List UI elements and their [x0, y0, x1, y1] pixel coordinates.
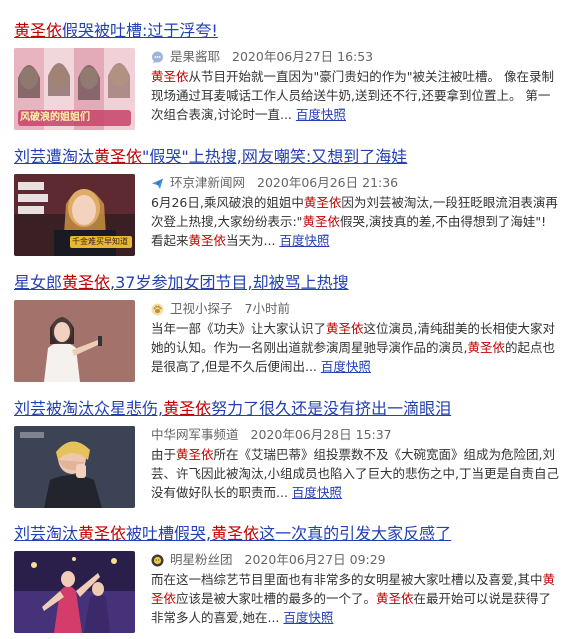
result-item: 刘芸被淘汰众星悲伤,黄圣依努力了很久还是没有挤出一滴眼泪 中华网军事频道 202… — [14, 398, 574, 514]
keyword-highlight[interactable]: 黄圣依 — [14, 21, 62, 40]
result-abstract: 6月26日,乘风破浪的姐姐中黄圣依因为刘芸被淘汰,一段狂眨眼流泪表演再次登上热搜… — [151, 193, 562, 250]
result-text: 环京津新闻网 2020年06月26日 21:36 6月26日,乘风破浪的姐姐中黄… — [151, 174, 562, 250]
search-results: 黄圣依假哭被吐槽:过于浮夸! 风破浪的姐姐们 是果酱耶 2020年06月27日 … — [0, 0, 582, 639]
result-thumbnail[interactable] — [14, 426, 135, 508]
keyword-highlight: 黄圣依 — [376, 591, 414, 606]
result-title-link[interactable]: 星女郎黄圣依,37岁参加女团节目,却被骂上热搜 — [14, 272, 574, 294]
star-face-icon — [151, 554, 164, 567]
result-source[interactable]: 环京津新闻网 — [170, 174, 245, 192]
thumbnail-caption: 千金难买早知道 — [72, 237, 128, 246]
result-thumbnail[interactable] — [14, 300, 135, 382]
keyword-highlight: 黄圣依 — [151, 69, 189, 84]
result-meta: 中华网军事频道 2020年06月28日 15:37 — [151, 426, 562, 444]
keyword-highlight: 黄圣依 — [188, 233, 227, 248]
result-text: 是果酱耶 2020年06月27日 16:53 黄圣依从节目开始就一直因为"豪门贵… — [151, 48, 562, 124]
result-source[interactable]: 明星粉丝团 — [170, 551, 233, 569]
result-body: 中华网军事频道 2020年06月28日 15:37 由于黄圣依所在《艾瑞巴蒂》组… — [14, 426, 574, 514]
result-date: 7小时前 — [244, 301, 290, 316]
result-thumbnail[interactable]: 千金难买早知道 — [14, 174, 135, 256]
result-item: 刘芸遭淘汰黄圣依"假哭"上热搜,网友嘲笑:又想到了海娃 千金难买早知道 环京津新… — [14, 146, 574, 262]
result-date: 2020年06月27日 16:53 — [232, 49, 374, 64]
result-source[interactable]: 中华网军事频道 — [151, 426, 239, 444]
result-meta: 卫视小探子 7小时前 — [151, 300, 562, 318]
result-date: 2020年06月26日 21:36 — [257, 175, 399, 190]
title-text[interactable]: 刘芸淘汰 — [14, 524, 78, 543]
result-abstract: 当年一部《功夫》让大家认识了黄圣依这位演员,清纯甜美的长相使大家对她的认知。作为… — [151, 319, 562, 376]
paw-icon — [151, 303, 164, 316]
abstract-text: 应该是被大家吐槽的最多的一个了。 — [176, 591, 377, 606]
result-body: 明星粉丝团 2020年06月27日 09:29 而在这一档综艺节目里面也有非常多… — [14, 551, 574, 639]
keyword-highlight[interactable]: 黄圣依 — [94, 147, 142, 166]
keyword-highlight: 黄圣依 — [302, 214, 340, 229]
result-title-link[interactable]: 刘芸被淘汰众星悲伤,黄圣依努力了很久还是没有挤出一滴眼泪 — [14, 398, 574, 420]
result-meta: 是果酱耶 2020年06月27日 16:53 — [151, 48, 562, 66]
title-text[interactable]: 假哭被吐槽:过于浮夸! — [62, 21, 218, 40]
title-text[interactable]: "假哭"上热搜,网友嘲笑:又想到了海娃 — [142, 147, 407, 166]
result-abstract: 由于黄圣依所在《艾瑞巴蒂》组投票数不及《大碗宽面》组成为危险团,刘芸、许飞因此被… — [151, 445, 562, 502]
result-thumbnail[interactable]: 风破浪的姐姐们 — [14, 48, 135, 130]
title-text[interactable]: 这一次真的引发大家反感了 — [259, 524, 451, 543]
result-source[interactable]: 是果酱耶 — [170, 48, 220, 66]
result-date: 2020年06月28日 15:37 — [250, 427, 392, 442]
keyword-highlight[interactable]: 黄圣依 — [211, 524, 259, 543]
result-text: 明星粉丝团 2020年06月27日 09:29 而在这一档综艺节目里面也有非常多… — [151, 551, 562, 627]
abstract-text: 由于 — [151, 447, 177, 462]
keyword-highlight[interactable]: 黄圣依 — [163, 399, 211, 418]
abstract-text: 而在这一档综艺节目里面也有非常多的女明星被大家吐槽以及喜爱,其中 — [151, 572, 543, 587]
thumbnail-caption: 风破浪的姐姐们 — [20, 112, 90, 123]
result-body: 千金难买早知道 环京津新闻网 2020年06月26日 21:36 6月26日,乘… — [14, 174, 574, 262]
title-text[interactable]: 刘芸遭淘汰 — [14, 147, 94, 166]
title-text[interactable]: 努力了很久还是没有挤出一滴眼泪 — [211, 399, 451, 418]
abstract-text: 6月26日,乘风破浪的姐姐中 — [151, 195, 304, 210]
keyword-highlight: 黄圣依 — [326, 321, 364, 336]
result-meta: 明星粉丝团 2020年06月27日 09:29 — [151, 551, 562, 569]
result-date: 2020年06月27日 09:29 — [244, 552, 386, 567]
snapshot-link[interactable]: 百度快照 — [279, 233, 329, 248]
abstract-text: 当年一部《功夫》让大家认识了 — [151, 321, 327, 336]
chat-bubble-icon — [151, 51, 164, 64]
snapshot-link[interactable]: 百度快照 — [283, 610, 333, 625]
result-title-link[interactable]: 黄圣依假哭被吐槽:过于浮夸! — [14, 20, 574, 42]
keyword-highlight: 黄圣依 — [303, 195, 342, 210]
keyword-highlight[interactable]: 黄圣依 — [62, 273, 110, 292]
result-thumbnail[interactable] — [14, 551, 135, 633]
snapshot-link[interactable]: 百度快照 — [292, 485, 342, 500]
paper-plane-icon — [151, 177, 164, 190]
result-item: 刘芸淘汰黄圣依被吐槽假哭,黄圣依这一次真的引发大家反感了 明星粉丝团 2020年… — [14, 523, 574, 639]
result-body: 卫视小探子 7小时前 当年一部《功夫》让大家认识了黄圣依这位演员,清纯甜美的长相… — [14, 300, 574, 388]
result-item: 黄圣依假哭被吐槽:过于浮夸! 风破浪的姐姐们 是果酱耶 2020年06月27日 … — [14, 20, 574, 136]
keyword-highlight: 黄圣依 — [467, 340, 505, 355]
result-text: 卫视小探子 7小时前 当年一部《功夫》让大家认识了黄圣依这位演员,清纯甜美的长相… — [151, 300, 562, 376]
snapshot-link[interactable]: 百度快照 — [321, 359, 371, 374]
keyword-highlight[interactable]: 黄圣依 — [78, 524, 126, 543]
result-abstract: 黄圣依从节目开始就一直因为"豪门贵妇的作为"被关注被吐槽。 像在录制现场通过耳麦… — [151, 67, 562, 124]
result-title-link[interactable]: 刘芸遭淘汰黄圣依"假哭"上热搜,网友嘲笑:又想到了海娃 — [14, 146, 574, 168]
title-text[interactable]: ,37岁参加女团节目,却被骂上热搜 — [110, 273, 349, 292]
keyword-highlight: 黄圣依 — [176, 447, 214, 462]
title-text[interactable]: 被吐槽假哭, — [126, 524, 211, 543]
abstract-text: 当天为... — [226, 233, 276, 248]
thumbnail-image — [14, 551, 135, 633]
snapshot-link[interactable]: 百度快照 — [296, 107, 346, 122]
result-abstract: 而在这一档综艺节目里面也有非常多的女明星被大家吐槽以及喜爱,其中黄圣依应该是被大… — [151, 570, 562, 627]
title-text[interactable]: 刘芸被淘汰众星悲伤, — [14, 399, 163, 418]
result-item: 星女郎黄圣依,37岁参加女团节目,却被骂上热搜 卫视小探子 7小时前 当年一部《… — [14, 272, 574, 388]
thumbnail-image — [14, 300, 135, 382]
result-meta: 环京津新闻网 2020年06月26日 21:36 — [151, 174, 562, 192]
result-title-link[interactable]: 刘芸淘汰黄圣依被吐槽假哭,黄圣依这一次真的引发大家反感了 — [14, 523, 574, 545]
abstract-text: 从节目开始就一直因为"豪门贵妇的作为"被关注被吐槽。 像在录制现场通过耳麦喊话工… — [151, 69, 554, 122]
result-body: 风破浪的姐姐们 是果酱耶 2020年06月27日 16:53 黄圣依从节目开始就… — [14, 48, 574, 136]
thumbnail-image — [14, 426, 135, 508]
result-text: 中华网军事频道 2020年06月28日 15:37 由于黄圣依所在《艾瑞巴蒂》组… — [151, 426, 562, 502]
result-source[interactable]: 卫视小探子 — [170, 300, 233, 318]
title-text[interactable]: 星女郎 — [14, 273, 62, 292]
